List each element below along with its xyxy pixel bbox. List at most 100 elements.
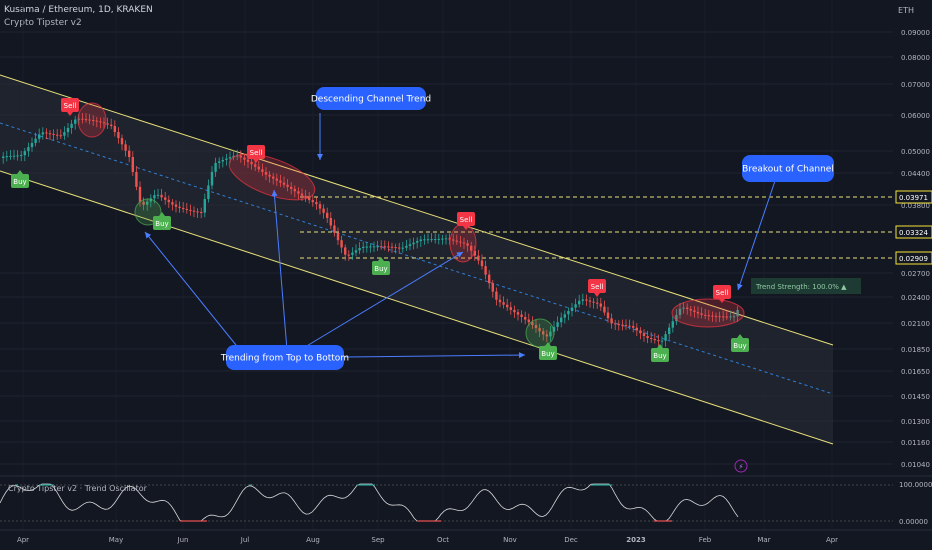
candle <box>480 260 484 267</box>
candle <box>419 239 422 242</box>
time-tick-label: Feb <box>699 536 712 544</box>
signal-label: Buy <box>653 352 666 360</box>
price-tick-label: 0.08000 <box>901 54 930 62</box>
candle <box>228 157 232 159</box>
candle <box>369 246 372 248</box>
candle <box>484 266 487 275</box>
breakout-callout-text: Breakout of Channel <box>742 165 834 175</box>
breakout-callout: Breakout of Channel <box>742 155 834 182</box>
channel-band <box>0 75 833 444</box>
candle <box>174 204 178 207</box>
candle <box>653 339 656 341</box>
candle <box>671 321 674 328</box>
candle <box>398 247 401 249</box>
candle <box>642 333 646 336</box>
candle <box>606 312 610 319</box>
candle <box>416 241 419 243</box>
candle <box>12 155 16 157</box>
candle <box>383 246 386 248</box>
trend-strength-text: Trend Strength: 100.0% ▲ <box>755 283 847 291</box>
candle <box>189 209 192 211</box>
candle <box>372 246 376 248</box>
candle <box>27 147 30 152</box>
candle <box>477 255 480 261</box>
candle <box>423 239 426 241</box>
candle <box>646 335 649 339</box>
candle <box>23 151 26 156</box>
candle <box>563 314 566 318</box>
candle <box>560 317 563 323</box>
candle <box>16 155 19 157</box>
candle <box>20 155 23 157</box>
signal-label: Buy <box>374 265 387 273</box>
candle <box>668 327 671 335</box>
candle <box>41 132 44 135</box>
candle <box>221 159 224 162</box>
candle <box>437 238 440 240</box>
candle <box>632 326 635 328</box>
candle <box>657 340 660 342</box>
price-tick-label: 0.09000 <box>901 29 930 37</box>
candle <box>509 307 512 310</box>
candle <box>5 156 8 158</box>
candle <box>394 247 397 249</box>
candle <box>344 247 347 255</box>
candle <box>329 217 332 226</box>
signal-label: Sell <box>250 149 263 157</box>
candle <box>603 306 606 313</box>
trending-callout-text: Trending from Top to Bottom <box>220 354 349 364</box>
candle <box>513 309 516 313</box>
price-tick-label: 0.06000 <box>901 112 930 120</box>
candle <box>660 340 664 342</box>
price-tick-label: 0.02700 <box>901 270 930 278</box>
candle <box>408 244 412 246</box>
highlight-ellipse <box>77 102 107 138</box>
price-chart[interactable]: Sell Sell Sell Sell Sell Buy Buy Buy Buy Buy Buy De… <box>0 0 932 550</box>
signal-label: Sell <box>716 289 729 297</box>
time-tick-label: Jun <box>177 536 189 544</box>
candle <box>610 318 613 324</box>
candle <box>524 317 527 320</box>
highlight-ellipse <box>449 223 477 263</box>
signal-label: Sell <box>460 216 473 224</box>
candle <box>63 132 66 136</box>
candle <box>506 304 509 308</box>
candle <box>574 304 577 308</box>
candle <box>106 123 109 125</box>
osc-tick-label: 100.00000 <box>899 481 932 489</box>
candle <box>491 283 494 292</box>
candle <box>488 274 491 284</box>
time-tick-label: Mar <box>757 536 770 544</box>
candle <box>495 291 498 300</box>
candle <box>624 325 628 327</box>
candle <box>164 197 167 200</box>
candle <box>441 238 444 240</box>
price-tick-label: 0.05000 <box>901 148 930 156</box>
candle <box>380 246 383 248</box>
candle <box>74 119 77 124</box>
candle <box>621 324 624 326</box>
channel-callout: Descending Channel Trend <box>311 87 431 110</box>
candle <box>2 156 5 158</box>
candle <box>570 307 574 311</box>
candle <box>218 161 221 163</box>
oscillator-title: Crypto Tipster v2 · Trend Oscillator <box>8 484 148 493</box>
time-tick-label: Oct <box>437 536 449 544</box>
price-tick-label: 0.01160 <box>901 439 930 447</box>
price-tick-label: 0.04400 <box>901 170 930 178</box>
candle <box>444 238 448 240</box>
candle <box>412 242 415 245</box>
price-tag: 0.02909 <box>895 251 932 265</box>
candle <box>200 212 203 214</box>
channel-callout-text: Descending Channel Trend <box>311 95 431 105</box>
candle <box>131 157 134 172</box>
candle <box>66 127 70 133</box>
candle <box>178 206 181 208</box>
candle <box>387 246 390 248</box>
candle <box>498 299 502 303</box>
candle <box>336 232 340 241</box>
candle <box>192 210 196 212</box>
price-tag: 0.03324 <box>895 225 932 239</box>
candle <box>124 144 127 151</box>
price-tick-label: 0.01300 <box>901 418 930 426</box>
